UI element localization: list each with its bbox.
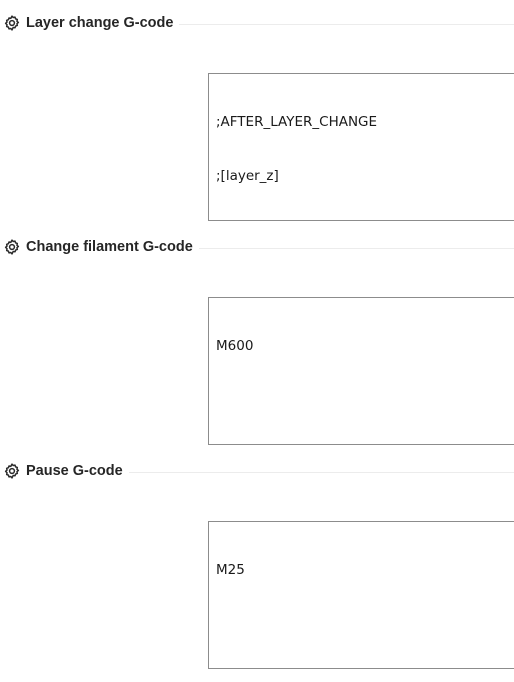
layer-change-gcode-editor[interactable]: ;AFTER_LAYER_CHANGE ;[layer_z] [208,73,514,221]
layer-change-gcode-section: Layer change G-code ;AFTER_LAYER_CHANGE … [0,0,514,224]
section-divider [128,471,514,473]
pause-gcode-editor[interactable]: M25 [208,521,514,669]
pause-gcode-section: Pause G-code M25 [0,448,514,672]
gcode-line: M600 [216,338,254,354]
change-filament-gcode-section: Change filament G-code M600 [0,224,514,448]
section-title: Layer change G-code [26,15,174,31]
section-header: Pause G-code [3,461,514,481]
gcode-line: ;AFTER_LAYER_CHANGE [216,114,378,130]
section-divider [179,23,514,25]
section-header: Change filament G-code [3,237,514,257]
gcode-settings-panel: Layer change G-code ;AFTER_LAYER_CHANGE … [0,0,514,682]
gcode-line: ;[layer_z] [216,168,279,184]
section-header: Layer change G-code [3,13,514,33]
gear-icon [3,14,21,32]
section-title: Change filament G-code [26,239,193,255]
section-title: Pause G-code [26,463,123,479]
gear-icon [3,238,21,256]
change-filament-gcode-editor[interactable]: M600 [208,297,514,445]
section-divider [198,247,514,249]
gear-icon [3,462,21,480]
gcode-line: M25 [216,562,245,578]
